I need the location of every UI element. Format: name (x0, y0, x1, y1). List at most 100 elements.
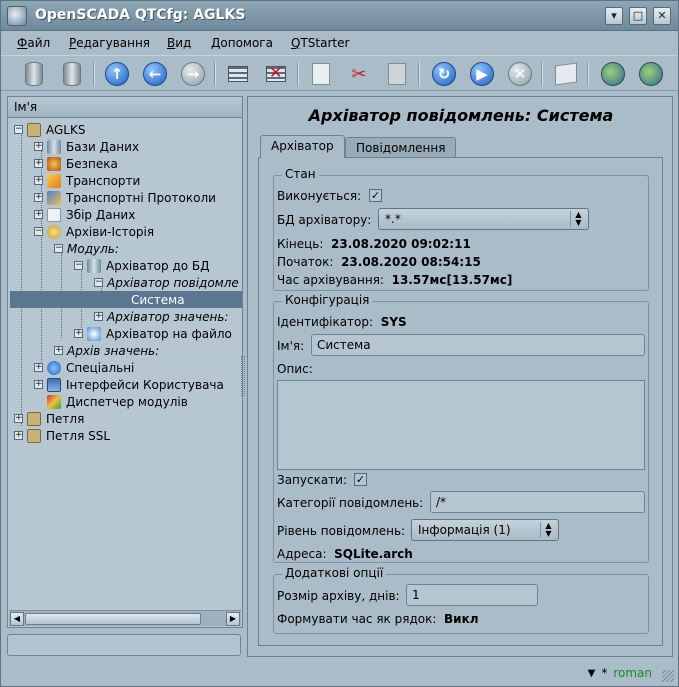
menu-qtstarter[interactable]: QTStarter (291, 36, 349, 50)
panel-splitter[interactable] (241, 356, 245, 396)
level-value: Інформація (1) (418, 523, 511, 537)
archtime-value: 13.57мс[13.57мс] (391, 273, 513, 287)
status-user[interactable]: roman (613, 666, 652, 680)
up-icon[interactable]: ↑ (102, 59, 132, 89)
main-window: OpenSCADA QTCfg: AGLKS ▾ □ ✕ Файл Редагу… (0, 0, 679, 687)
manual-icon[interactable] (551, 59, 581, 89)
menu-file[interactable]: Файл (17, 36, 50, 50)
forward-icon[interactable]: → (178, 59, 208, 89)
tree-item-special[interactable]: + Спеціальні (34, 359, 134, 376)
address-value: SQLite.arch (334, 547, 413, 561)
tree-item-db-archiver[interactable]: − Архіватор до БД (74, 257, 210, 274)
tree-item-daq[interactable]: + Збір Даних (34, 206, 135, 223)
db-save-icon[interactable] (57, 59, 87, 89)
tree-item-aglks[interactable]: − AGLKS (14, 121, 85, 138)
tree-item-archives[interactable]: − Архіви-Історія (34, 223, 154, 240)
scroll-right-icon[interactable]: ▶ (226, 612, 240, 626)
tree-item-label: Бази Даних (66, 139, 140, 154)
paste-icon[interactable] (382, 59, 412, 89)
updown-arrows-icon: ▲ ▼ (540, 522, 556, 538)
toolbar: ↑ ← → ✕ ✂ ↻ ▶ ✕ (1, 55, 678, 91)
tree-search-field[interactable] (7, 634, 241, 656)
stop-icon[interactable]: ✕ (505, 59, 535, 89)
navigation-tree[interactable]: − AGLKS + Бази Даних + Безпека + Транспорти … (7, 118, 243, 628)
menu-edit[interactable]: Редагування (69, 36, 150, 50)
tree-item-value-archiver[interactable]: + Архіватор значень: (94, 308, 228, 325)
address-label: Адреса: (277, 547, 327, 561)
tree-item-modules[interactable]: Диспетчер модулів (47, 393, 188, 410)
copy-icon[interactable] (306, 59, 336, 89)
updown-arrows-icon: ▲ ▼ (570, 211, 586, 227)
close-button[interactable]: ✕ (653, 7, 671, 25)
file-archive-icon (87, 326, 101, 341)
tree-item-loop[interactable]: + Петля (14, 410, 84, 427)
arrow-down-icon[interactable]: ▼ (588, 668, 596, 679)
running-checkbox[interactable]: ✓ (369, 189, 382, 202)
menu-view-label: ид (175, 36, 192, 50)
tree-item-loop-ssl[interactable]: + Петля SSL (14, 427, 110, 444)
scroll-thumb[interactable] (25, 613, 201, 625)
status-bar: ▼ * roman (1, 661, 678, 686)
tree-item-security[interactable]: + Безпека (34, 155, 118, 172)
tree-item-label: Архіватор повідомле (107, 275, 239, 290)
title-bar[interactable]: OpenSCADA QTCfg: AGLKS ▾ □ ✕ (1, 1, 678, 31)
page-title: Архіватор повідомлень: Система (308, 106, 614, 125)
categories-label: Категорії повідомлень: (277, 496, 424, 510)
cut-icon[interactable]: ✂ (344, 59, 374, 89)
tree-item-module[interactable]: − Модуль: (54, 240, 119, 257)
end-label: Кінець: (277, 237, 324, 251)
menu-help[interactable]: Допомога (211, 36, 273, 50)
maximize-button[interactable]: □ (629, 7, 647, 25)
tree-item-label: Архіватор до БД (106, 258, 210, 273)
modules-icon (47, 394, 61, 409)
refresh-icon[interactable]: ↻ (429, 59, 459, 89)
menu-edit-label: едагування (76, 36, 151, 50)
station-icon-2[interactable] (636, 59, 666, 89)
station-icon-1[interactable] (598, 59, 628, 89)
delete-item-icon[interactable]: ✕ (261, 59, 291, 89)
archiver-db-select[interactable]: *.* ▲ ▼ (378, 208, 589, 230)
tab-messages[interactable]: Повідомлення (345, 137, 457, 157)
extra-options-title: Додаткові опції (282, 566, 387, 580)
add-item-icon[interactable] (223, 59, 253, 89)
tree-item-ui[interactable]: + Інтерфейси Користувача (34, 376, 224, 393)
categories-input[interactable]: /* (430, 491, 645, 513)
back-icon[interactable]: ← (140, 59, 170, 89)
config-group-title: Конфігурація (282, 293, 373, 307)
tree-item-label: Архіви-Історія (66, 224, 155, 239)
start-label: Запускати: (277, 473, 348, 487)
tree-item-label: AGLKS (46, 122, 86, 137)
folder-icon (27, 411, 41, 426)
name-input[interactable]: Система (311, 334, 645, 356)
window-title: OpenSCADA QTCfg: AGLKS (35, 7, 246, 23)
tree-item-msg-archiver[interactable]: − Архіватор повідомле (94, 274, 239, 291)
id-row: Ідентифікатор: SYS (277, 315, 407, 329)
tree-horizontal-scrollbar[interactable]: ◀ ▶ (9, 610, 241, 626)
menu-view[interactable]: Вид (167, 36, 191, 50)
name-label: Ім'я: (277, 339, 305, 353)
tree-item-label: Диспетчер модулів (66, 394, 188, 409)
openscada-app-icon[interactable] (7, 6, 27, 26)
menu-help-mnemonic: Д (211, 36, 221, 50)
tab-archiver[interactable]: Архіватор (260, 135, 345, 158)
tree-item-label: Інтерфейси Користувача (66, 377, 224, 392)
tree-item-system[interactable]: Система (10, 291, 242, 308)
description-textarea[interactable] (277, 380, 645, 470)
tree-item-databases[interactable]: + Бази Даних (34, 138, 139, 155)
tree-item-protocols[interactable]: + Транспортні Протоколи (34, 189, 216, 206)
db-load-icon[interactable] (19, 59, 49, 89)
start-checkbox[interactable]: ✓ (354, 473, 367, 486)
tree-item-transports[interactable]: + Транспорти (34, 172, 140, 189)
menu-help-label: опомога (220, 36, 273, 50)
start-icon[interactable]: ▶ (467, 59, 497, 89)
tree-item-value-archive[interactable]: + Архів значень: (54, 342, 159, 359)
archive-size-input[interactable]: 1 (406, 584, 538, 606)
navigation-tree-panel: Ім'я − AGLKS + Бази Даних + Безпека + Трансп… (7, 96, 243, 628)
tree-item-fs-archiver[interactable]: + Архіватор на файло (74, 325, 232, 342)
minimize-button[interactable]: ▾ (605, 7, 623, 25)
scroll-left-icon[interactable]: ◀ (10, 612, 24, 626)
state-group: Стан Виконується: ✓ БД архіватору: *.* ▲ ▼… (273, 167, 649, 291)
level-select[interactable]: Інформація (1) ▲ ▼ (411, 519, 559, 541)
resize-grip-icon[interactable] (662, 670, 674, 682)
tree-column-header[interactable]: Ім'я (7, 96, 243, 118)
